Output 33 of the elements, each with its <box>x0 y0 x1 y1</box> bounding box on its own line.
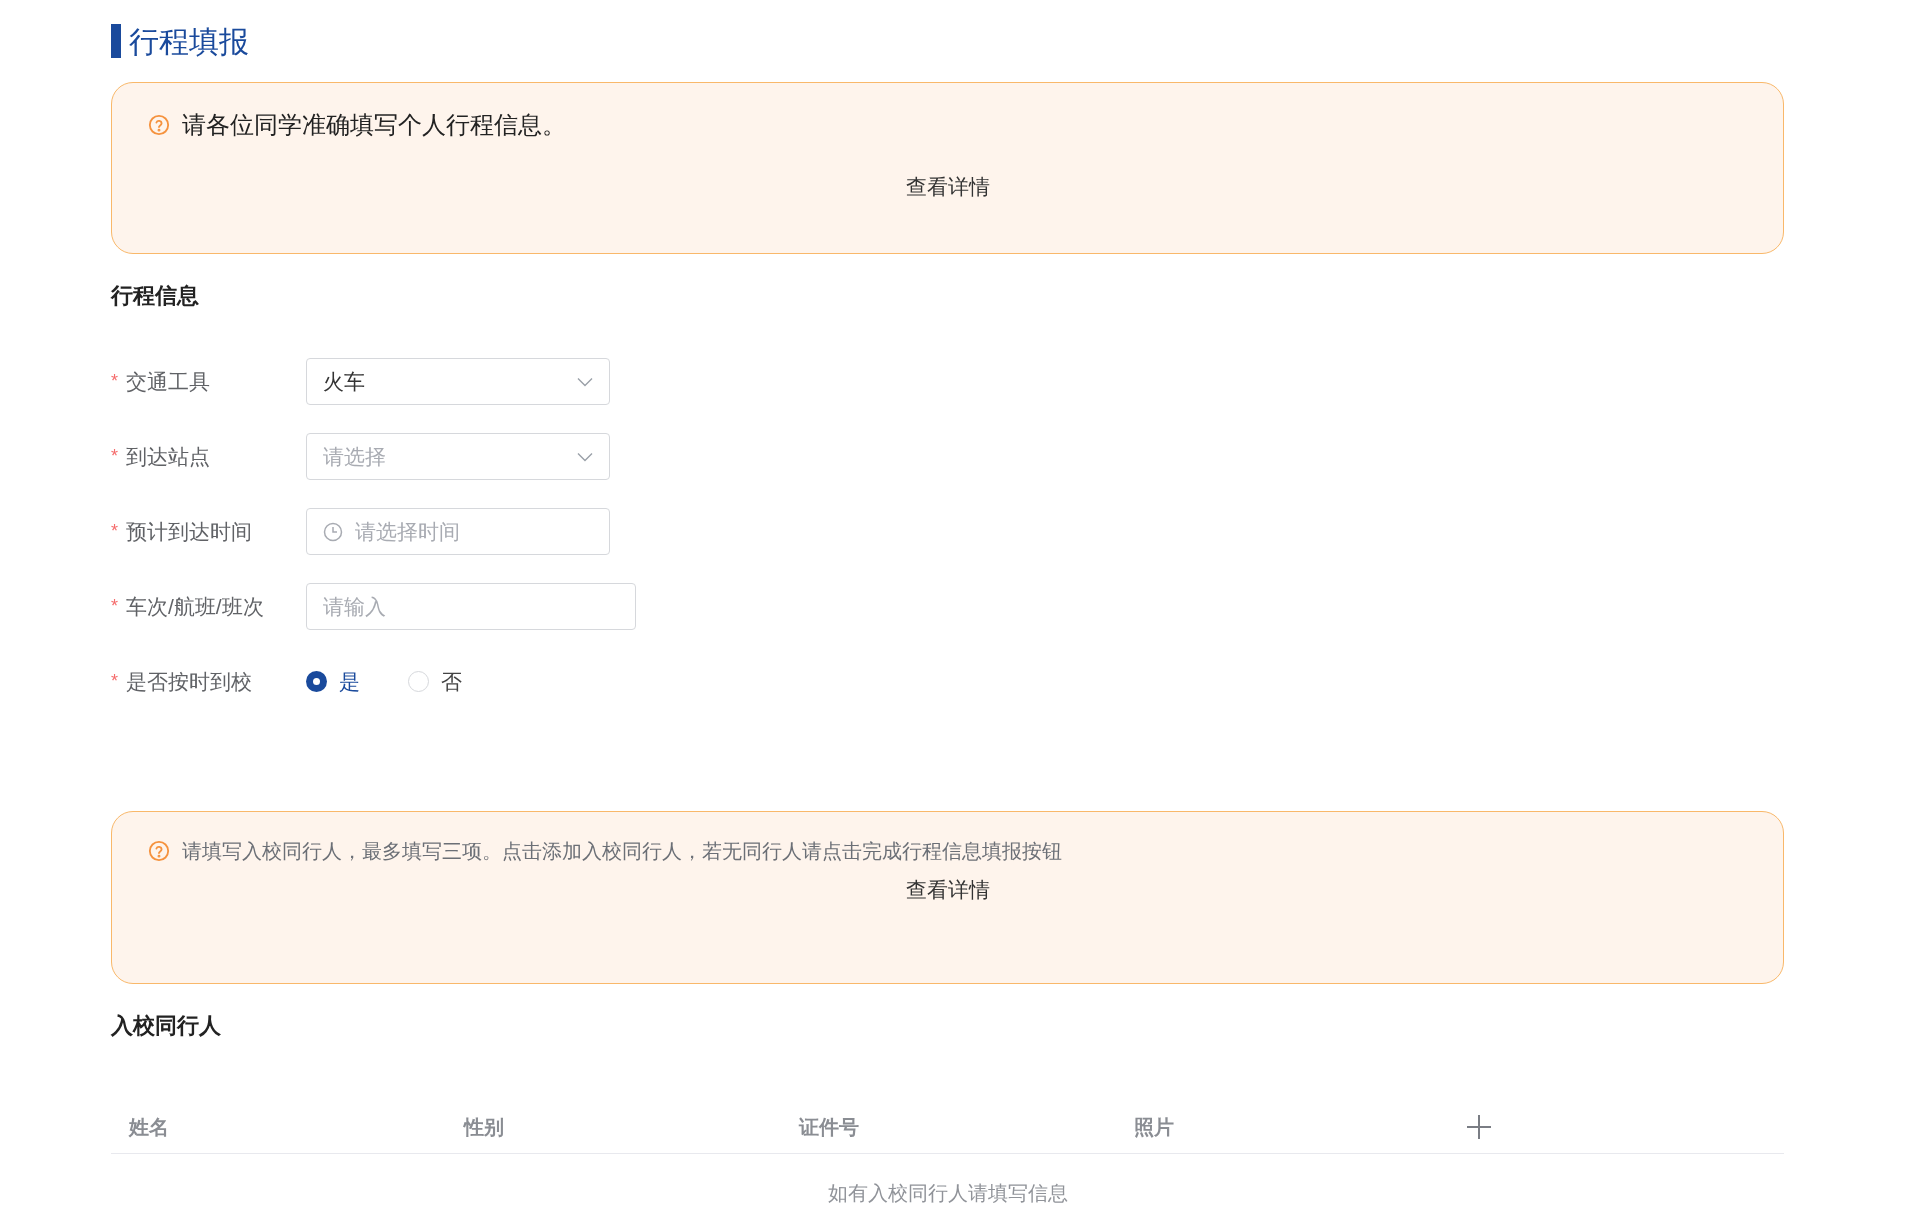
field-label: 是否按时到校 <box>126 668 252 695</box>
page-title: 行程填报 <box>129 23 249 60</box>
view-details-link[interactable]: 查看详情 <box>905 171 990 203</box>
required-asterisk: * <box>111 520 118 543</box>
chevron-down-icon <box>577 376 593 387</box>
view-details-link[interactable]: 查看详情 <box>905 874 990 906</box>
column-header: 姓名 <box>129 1115 169 1138</box>
field-label: 车次/航班/班次 <box>126 593 264 620</box>
required-asterisk: * <box>111 595 118 618</box>
notice-text: 请填写入校同行人，最多填写三项。点击添加入校同行人，若无同行人请点击完成行程信息填报按钮 <box>182 839 1062 864</box>
clock-icon <box>323 521 343 542</box>
help-icon <box>148 114 170 136</box>
required-asterisk: * <box>111 670 118 693</box>
field-label: 预计到达时间 <box>126 518 252 545</box>
field-label: 交通工具 <box>126 368 210 395</box>
column-header: 性别 <box>464 1115 504 1138</box>
radio-option[interactable]: 否 <box>408 665 462 698</box>
help-icon <box>148 840 170 862</box>
radio-option[interactable]: 是 <box>306 665 360 698</box>
section-title: 行程信息 <box>111 282 200 310</box>
title-accent-bar <box>111 24 121 58</box>
select-field[interactable]: 火车 <box>306 358 610 405</box>
notice-text: 请各位同学准确填写个人行程信息。 <box>182 110 566 140</box>
required-asterisk: * <box>111 445 118 468</box>
empty-table-text: 如有入校同行人请填写信息 <box>827 1181 1068 1206</box>
add-icon[interactable] <box>1466 1113 1492 1140</box>
field-label: 到达站点 <box>126 443 210 470</box>
input-field[interactable]: 请输入 <box>306 583 636 630</box>
section-title: 入校同行人 <box>111 1012 222 1040</box>
column-header: 照片 <box>1134 1115 1174 1138</box>
column-header: 证件号 <box>799 1115 859 1138</box>
required-asterisk: * <box>111 370 118 393</box>
chevron-down-icon <box>577 451 593 462</box>
